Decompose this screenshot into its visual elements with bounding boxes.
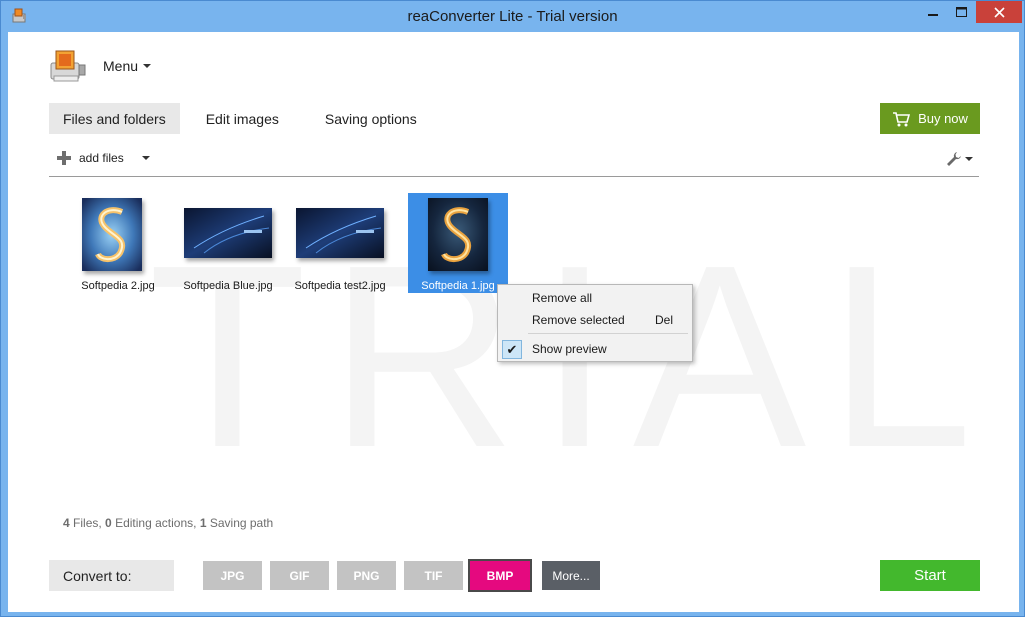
image-thumbnail <box>296 208 384 258</box>
main-panel: TRIAL Menu Files and folders Edit images… <box>8 32 1019 612</box>
thumbnail-filename: Softpedia test2.jpg <box>294 280 386 292</box>
thumbnail-item[interactable]: Softpedia Blue.jpg <box>178 193 278 293</box>
app-logo-icon <box>50 50 86 82</box>
add-files-button[interactable]: add files <box>57 151 150 165</box>
chevron-down-icon <box>965 157 973 161</box>
close-button[interactable] <box>976 1 1022 23</box>
close-icon <box>993 6 1005 18</box>
app-window: reaConverter Lite - Trial version TRIAL … <box>0 0 1025 617</box>
maximize-icon <box>955 7 967 17</box>
cart-icon <box>893 111 911 126</box>
format-bmp-button[interactable]: BMP <box>468 559 532 592</box>
wrench-icon <box>947 152 961 166</box>
status-summary: 4 Files, 0 Editing actions, 1 Saving pat… <box>63 516 273 530</box>
minimize-icon <box>928 14 938 16</box>
menu-item-shortcut: Del <box>655 313 674 327</box>
image-thumbnail <box>82 198 142 271</box>
title-bar[interactable]: reaConverter Lite - Trial version <box>1 1 1024 32</box>
format-png-button[interactable]: PNG <box>337 561 396 590</box>
plus-icon <box>57 151 71 165</box>
context-menu: Remove all Remove selected Del ✔ Show pr… <box>497 284 693 362</box>
menu-item-remove-selected[interactable]: Remove selected Del <box>498 309 692 331</box>
menu-item-label: Remove selected <box>532 313 625 327</box>
menu-label: Menu <box>103 58 139 74</box>
menu-item-label: Show preview <box>532 342 607 356</box>
tab-edit-images[interactable]: Edit images <box>186 103 299 134</box>
thumbnail-item[interactable]: Softpedia 2.jpg <box>68 193 168 293</box>
buy-now-button[interactable]: Buy now <box>880 103 980 134</box>
editing-count: 0 <box>105 516 112 530</box>
tab-saving-options[interactable]: Saving options <box>305 103 437 134</box>
checkmark-icon: ✔ <box>502 340 522 359</box>
convert-to-label: Convert to: <box>49 560 174 591</box>
add-files-label: add files <box>79 151 124 165</box>
thumbnail-filename: Softpedia Blue.jpg <box>183 280 273 292</box>
files-count: 4 <box>63 516 70 530</box>
settings-button[interactable] <box>946 151 973 167</box>
menu-button[interactable]: Menu <box>49 49 152 83</box>
minimize-button[interactable] <box>919 1 947 23</box>
start-button[interactable]: Start <box>880 560 980 591</box>
chevron-down-icon[interactable] <box>141 156 150 160</box>
saving-count: 1 <box>199 516 207 530</box>
thumbnail-item-selected[interactable]: Softpedia 1.jpg <box>408 193 508 293</box>
menu-item-label: Remove all <box>532 291 593 305</box>
tab-files-and-folders[interactable]: Files and folders <box>49 103 180 134</box>
files-label: Files, <box>73 516 102 530</box>
format-gif-button[interactable]: GIF <box>270 561 329 590</box>
thumbnail-item[interactable]: Softpedia test2.jpg <box>290 193 390 293</box>
buy-now-label: Buy now <box>918 111 968 126</box>
format-tif-button[interactable]: TIF <box>404 561 463 590</box>
image-thumbnail <box>184 208 272 258</box>
maximize-button[interactable] <box>947 1 975 23</box>
saving-label: Saving path <box>209 516 274 530</box>
thumbnail-filename: Softpedia 2.jpg <box>81 280 155 292</box>
menu-item-remove-all[interactable]: Remove all <box>498 287 692 309</box>
file-toolbar: add files <box>49 147 979 177</box>
image-thumbnail <box>428 198 488 271</box>
more-formats-button[interactable]: More... <box>542 561 600 590</box>
menu-item-show-preview[interactable]: ✔ Show preview <box>498 338 692 360</box>
tab-bar: Files and folders Edit images Saving opt… <box>49 103 443 134</box>
window-title: reaConverter Lite - Trial version <box>407 8 618 25</box>
format-jpg-button[interactable]: JPG <box>203 561 262 590</box>
editing-label: Editing actions, <box>115 516 197 530</box>
menu-separator <box>528 333 688 334</box>
chevron-down-icon <box>143 64 152 68</box>
